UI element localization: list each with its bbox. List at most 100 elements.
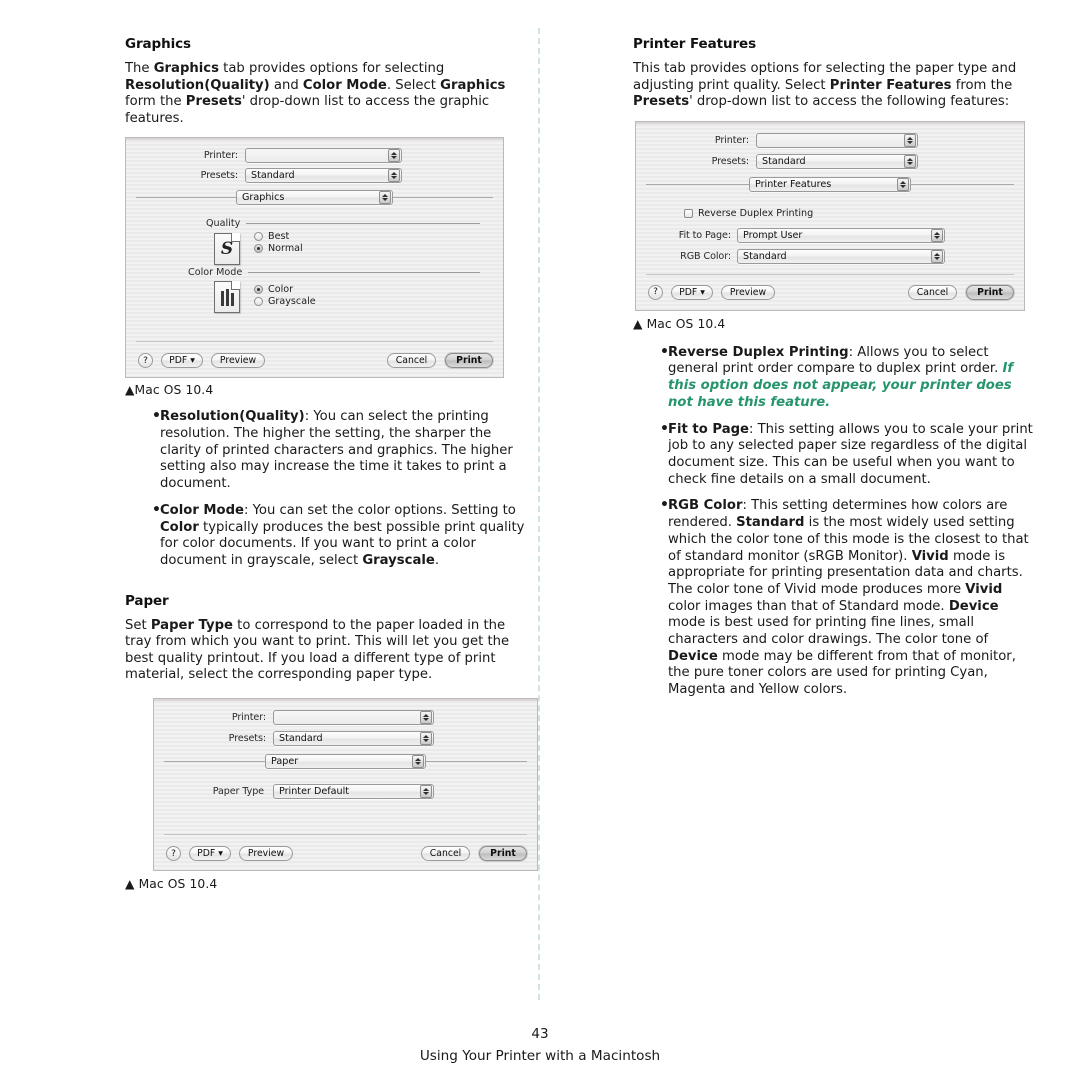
reverse-duplex-checkbox[interactable]: Reverse Duplex Printing — [684, 208, 813, 219]
print-button[interactable]: Print — [966, 284, 1014, 300]
stepper-arrows-icon[interactable] — [420, 732, 432, 746]
pf-pane-select[interactable]: Printer Features — [749, 176, 911, 192]
quality-icon: S — [214, 233, 240, 266]
quality-group-header: Quality — [206, 218, 480, 229]
help-button[interactable]: ? — [166, 846, 181, 862]
right-column: Printer Features This tab provides optio… — [633, 36, 1033, 709]
paper-pane-value: Paper — [271, 756, 299, 768]
footer-title: Using Your Printer with a Macintosh — [419, 1048, 661, 1064]
cancel-button[interactable]: Cancel — [908, 284, 957, 300]
stepper-arrows-icon[interactable] — [388, 169, 400, 183]
paper-presets-value: Standard — [279, 733, 323, 745]
graphics-presets-select[interactable]: Standard — [245, 168, 402, 184]
pf-intro-b2: Presets — [633, 94, 690, 110]
print-button[interactable]: Print — [479, 846, 527, 862]
intro-b2: Resolution(Quality) — [125, 77, 270, 93]
fit-to-page-label: Fit to Page: — [678, 229, 731, 241]
intro-t5: form the — [125, 94, 186, 110]
stepper-arrows-icon[interactable] — [388, 149, 400, 163]
pf-pane-value: Printer Features — [755, 178, 832, 190]
graphics-printer-row: Printer: — [126, 148, 503, 164]
intro-b5: Presets — [185, 94, 242, 110]
pf-printer-select[interactable] — [756, 132, 918, 148]
stepper-arrows-icon[interactable] — [420, 711, 432, 725]
bullet-resolution-quality: Resolution(Quality): You can select the … — [152, 408, 525, 493]
printer-features-dialog[interactable]: Printer: Presets: Standard Printer Featu… — [635, 120, 1025, 311]
fit-to-page-value: Prompt User — [743, 229, 803, 241]
page-footer: 43 Using Your Printer with a Macintosh — [0, 1026, 1080, 1064]
intro-b3: Color Mode — [302, 77, 387, 93]
stepper-arrows-icon[interactable] — [931, 249, 943, 263]
graphics-pane-value: Graphics — [242, 192, 285, 204]
pdf-button[interactable]: PDF ▾ — [189, 846, 231, 862]
checkbox-icon — [684, 208, 693, 218]
pf-presets-select[interactable]: Standard — [756, 153, 918, 169]
colormode-radio-color[interactable]: Color — [254, 284, 316, 295]
stepper-arrows-icon[interactable] — [931, 228, 943, 242]
stepper-arrows-icon[interactable] — [904, 133, 916, 147]
column-divider — [538, 28, 540, 1000]
help-button[interactable]: ? — [138, 353, 153, 369]
rule-right — [426, 761, 527, 763]
rgb-p6: mode may be different from that of monit… — [668, 648, 1016, 698]
paper-printer-select[interactable] — [273, 710, 434, 726]
paper-intro-b1: Paper Type — [150, 617, 233, 633]
paper-printer-row: Printer: — [154, 710, 537, 726]
intro-b4: Graphics — [440, 77, 506, 93]
intro-t3: and — [269, 77, 303, 93]
cancel-button[interactable]: Cancel — [421, 846, 470, 862]
stepper-arrows-icon[interactable] — [379, 191, 391, 205]
preview-button[interactable]: Preview — [239, 846, 293, 862]
paper-pane-select[interactable]: Paper — [265, 754, 426, 770]
rgb-p4: color images than that of Standard mode. — [668, 598, 949, 614]
paper-print-dialog[interactable]: Printer: Presets: Standard Paper Paper T… — [153, 698, 538, 872]
quality-radio-best[interactable]: Best — [254, 231, 303, 242]
graphics-pane-select[interactable]: Graphics — [236, 190, 393, 206]
pf-dialog-buttons: ? PDF ▾ Preview Cancel Print — [648, 284, 1014, 300]
radio-dot-icon — [254, 244, 263, 254]
paper-printer-label: Printer: — [231, 712, 266, 724]
print-button[interactable]: Print — [445, 353, 493, 369]
stepper-arrows-icon[interactable] — [420, 785, 432, 799]
fit-to-page-row: Fit to Page: Prompt User — [636, 227, 1024, 243]
intro-t4: . Select — [386, 77, 441, 93]
preview-button[interactable]: Preview — [211, 353, 265, 369]
radio-dot-icon — [254, 297, 263, 307]
colormode-group-label: Color Mode — [188, 267, 243, 279]
fit-to-page-select[interactable]: Prompt User — [737, 227, 945, 243]
rgb-b2: Vivid — [911, 548, 949, 564]
stepper-arrows-icon[interactable] — [412, 755, 424, 769]
preview-button[interactable]: Preview — [721, 284, 775, 300]
quality-icon-letter: S — [220, 238, 234, 259]
quality-radio-normal[interactable]: Normal — [254, 243, 303, 254]
page-number: 43 — [531, 1026, 549, 1042]
graphics-print-dialog[interactable]: Printer: Presets: Standard Graphics Qual… — [125, 137, 504, 379]
stepper-arrows-icon[interactable] — [904, 154, 916, 168]
colormode-radio-group[interactable]: Color Grayscale — [254, 283, 316, 308]
help-button[interactable]: ? — [648, 284, 663, 300]
colormode-radio-grayscale[interactable]: Grayscale — [254, 296, 316, 307]
pdf-button[interactable]: PDF ▾ — [671, 284, 713, 300]
cancel-button[interactable]: Cancel — [387, 353, 436, 369]
intro-b1: Graphics — [153, 61, 219, 76]
paper-presets-select[interactable]: Standard — [273, 731, 434, 747]
paper-heading: Paper — [125, 592, 169, 609]
pdf-button[interactable]: PDF ▾ — [161, 353, 203, 369]
rgb-color-row: RGB Color: Standard — [636, 248, 1024, 264]
rgb-color-select[interactable]: Standard — [737, 248, 945, 264]
pf-pane-chooser-row: Printer Features — [646, 176, 1014, 192]
radio-dot-icon — [254, 232, 263, 242]
quality-radio-group[interactable]: Best Normal — [254, 230, 303, 255]
rule — [246, 223, 480, 225]
graphics-printer-select[interactable] — [245, 148, 402, 164]
rule — [248, 272, 480, 274]
rgb-b3: Vivid — [965, 581, 1003, 597]
colormode-group-header: Color Mode — [188, 267, 480, 278]
stepper-arrows-icon[interactable] — [897, 177, 909, 191]
rgb-b5: Device — [668, 648, 718, 664]
dialog-footer-rule — [136, 341, 493, 343]
bullet-rgb-color: RGB Color: This setting determines how c… — [660, 497, 1033, 698]
pf-printer-label: Printer: — [714, 134, 749, 146]
paper-type-select[interactable]: Printer Default — [273, 784, 434, 800]
pf-presets-label: Presets: — [711, 155, 749, 167]
